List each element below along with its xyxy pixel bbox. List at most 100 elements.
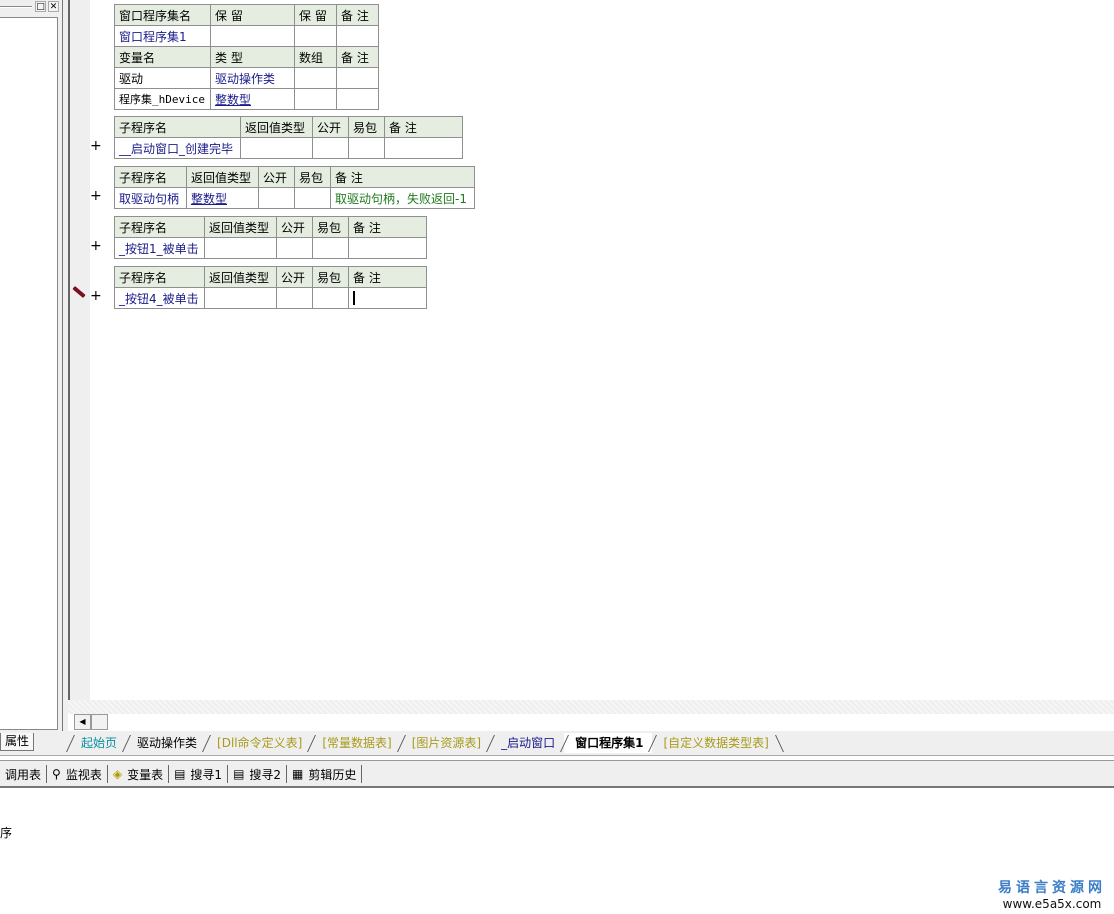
- cell[interactable]: [336, 25, 379, 47]
- watermark-url: www.e5a5x.com: [1002, 897, 1102, 911]
- subroutine-header-row: 子程序名 返回值类型 公开 易包 备 注: [114, 166, 475, 188]
- clipboard-icon: ▦: [292, 767, 304, 781]
- editor-tabs: 起始页 驱动操作类 [Dll命令定义表] [常量数据表] [图片资源表] _启动…: [70, 733, 778, 753]
- note-cell[interactable]: [348, 237, 427, 259]
- subroutine-name-cell[interactable]: _按钮1_被单击: [114, 237, 205, 259]
- epkg-cell[interactable]: [312, 237, 349, 259]
- subroutine-header-row: 子程序名 返回值类型 公开 易包 备 注: [114, 266, 427, 288]
- var-array-cell[interactable]: [294, 88, 337, 110]
- header-cell: 保 留: [210, 4, 295, 26]
- header-cell: 备 注: [336, 46, 379, 68]
- find-icon: ▤: [233, 767, 245, 781]
- tool-label: 监视表: [65, 767, 102, 782]
- subroutine-name-cell[interactable]: __启动窗口_创建完毕: [114, 137, 241, 159]
- editor-gutter: [68, 0, 90, 714]
- maximize-icon[interactable]: □: [35, 1, 46, 12]
- tab-custom-types[interactable]: [自定义数据类型表]: [652, 733, 777, 753]
- tool-label: 变量表: [127, 767, 164, 782]
- note-cell[interactable]: [348, 287, 427, 309]
- var-array-cell[interactable]: [294, 67, 337, 89]
- tool-watch-table[interactable]: ⚲ 监视表: [47, 765, 108, 783]
- cell[interactable]: [294, 25, 337, 47]
- return-type-cell[interactable]: [204, 237, 277, 259]
- var-row: 驱动 驱动操作类: [114, 67, 379, 89]
- subroutine-table: 子程序名 返回值类型 公开 易包 备 注 _按钮1_被单击: [114, 216, 427, 259]
- tool-search2[interactable]: ▤ 搜寻2: [228, 765, 288, 783]
- subroutine-table: 子程序名 返回值类型 公开 易包 备 注 __启动窗口_创建完毕: [114, 116, 463, 159]
- header-cell: 数组: [294, 46, 337, 68]
- output-panel[interactable]: 序: [0, 790, 1114, 914]
- tool-search1[interactable]: ▤ 搜寻1: [169, 765, 229, 783]
- tool-variable-table[interactable]: ◈ 变量表: [108, 765, 170, 783]
- cell[interactable]: [210, 25, 295, 47]
- header-cell: 备 注: [336, 4, 379, 26]
- public-cell[interactable]: [258, 187, 295, 209]
- public-cell[interactable]: [276, 237, 313, 259]
- subroutine-header-row: 子程序名 返回值类型 公开 易包 备 注: [114, 216, 427, 238]
- epkg-cell[interactable]: [294, 187, 331, 209]
- assembly-header-row: 窗口程序集名 保 留 保 留 备 注: [114, 4, 379, 26]
- assembly-name-cell[interactable]: 窗口程序集1: [114, 25, 211, 47]
- header-cell: 子程序名: [114, 166, 187, 188]
- scroll-thumb[interactable]: [91, 714, 108, 730]
- header-cell: 返回值类型: [240, 116, 313, 138]
- expand-icon[interactable]: +: [90, 188, 102, 204]
- subroutine-row: _按钮4_被单击: [114, 287, 427, 309]
- header-cell: 公开: [276, 216, 313, 238]
- tab-properties[interactable]: 属性: [0, 733, 35, 751]
- header-cell: 保 留: [294, 4, 337, 26]
- tab-dll-commands[interactable]: [Dll命令定义表]: [206, 733, 311, 753]
- return-type-cell[interactable]: [204, 287, 277, 309]
- header-cell: 公开: [312, 116, 349, 138]
- tab-constants[interactable]: [常量数据表]: [311, 733, 400, 753]
- tool-label: 剪辑历史: [308, 767, 357, 782]
- subroutine-table: 子程序名 返回值类型 公开 易包 备 注 取驱动句柄 整数型 取驱动句柄，失败返…: [114, 166, 475, 209]
- watermark: 易语言资源网 www.e5a5x.com: [998, 877, 1106, 911]
- header-cell: 子程序名: [114, 116, 241, 138]
- tool-label: 搜寻1: [190, 767, 223, 782]
- var-note-cell[interactable]: [336, 67, 379, 89]
- scroll-left-arrow-icon[interactable]: ◀: [74, 714, 91, 730]
- subroutine-name-cell[interactable]: 取驱动句柄: [114, 187, 187, 209]
- expand-icon[interactable]: +: [90, 138, 102, 154]
- tool-clip-history[interactable]: ▦ 剪辑历史: [287, 765, 363, 783]
- assembly-table: 窗口程序集名 保 留 保 留 备 注 窗口程序集1 变量名 类 型 数组 备 注…: [114, 4, 379, 110]
- header-cell: 备 注: [348, 266, 427, 288]
- var-header-row: 变量名 类 型 数组 备 注: [114, 46, 379, 68]
- header-cell: 备 注: [384, 116, 463, 138]
- public-cell[interactable]: [312, 137, 349, 159]
- var-type-cell[interactable]: 驱动操作类: [210, 67, 295, 89]
- var-note-cell[interactable]: [336, 88, 379, 110]
- expand-icon[interactable]: +: [90, 288, 102, 304]
- tab-start-page[interactable]: 起始页: [70, 733, 126, 753]
- epkg-cell[interactable]: [348, 137, 385, 159]
- tab-window-assembly[interactable]: 窗口程序集1: [564, 733, 653, 753]
- horizontal-scrollbar[interactable]: ◀: [74, 714, 114, 730]
- header-cell: 返回值类型: [186, 166, 259, 188]
- header-cell: 易包: [348, 116, 385, 138]
- subroutine-name-cell[interactable]: _按钮4_被单击: [114, 287, 205, 309]
- return-type-cell[interactable]: [240, 137, 313, 159]
- editor-bottom-strip: [68, 700, 1114, 714]
- note-cell[interactable]: [384, 137, 463, 159]
- header-cell: 备 注: [348, 216, 427, 238]
- header-cell: 窗口程序集名: [114, 4, 211, 26]
- tool-call-table[interactable]: 调用表: [0, 765, 48, 783]
- header-cell: 返回值类型: [204, 266, 277, 288]
- note-cell[interactable]: 取驱动句柄，失败返回-1: [330, 187, 475, 209]
- titlebar-grip: [0, 6, 32, 8]
- public-cell[interactable]: [276, 287, 313, 309]
- tab-startup-window[interactable]: _启动窗口: [490, 733, 564, 753]
- expand-icon[interactable]: +: [90, 238, 102, 254]
- subroutine-row: __启动窗口_创建完毕: [114, 137, 463, 159]
- tab-driver-class[interactable]: 驱动操作类: [126, 733, 206, 753]
- var-name-cell[interactable]: 程序集_hDevice: [114, 88, 211, 110]
- header-cell: 备 注: [330, 166, 475, 188]
- var-type-cell[interactable]: 整数型: [210, 88, 295, 110]
- var-name-cell[interactable]: 驱动: [114, 67, 211, 89]
- return-type-cell[interactable]: 整数型: [186, 187, 259, 209]
- close-icon[interactable]: ✕: [48, 1, 59, 12]
- epkg-cell[interactable]: [312, 287, 349, 309]
- tab-image-resources[interactable]: [图片资源表]: [401, 733, 490, 753]
- tab-bar: 属性 起始页 驱动操作类 [Dll命令定义表] [常量数据表] [图片资源表] …: [0, 731, 1114, 756]
